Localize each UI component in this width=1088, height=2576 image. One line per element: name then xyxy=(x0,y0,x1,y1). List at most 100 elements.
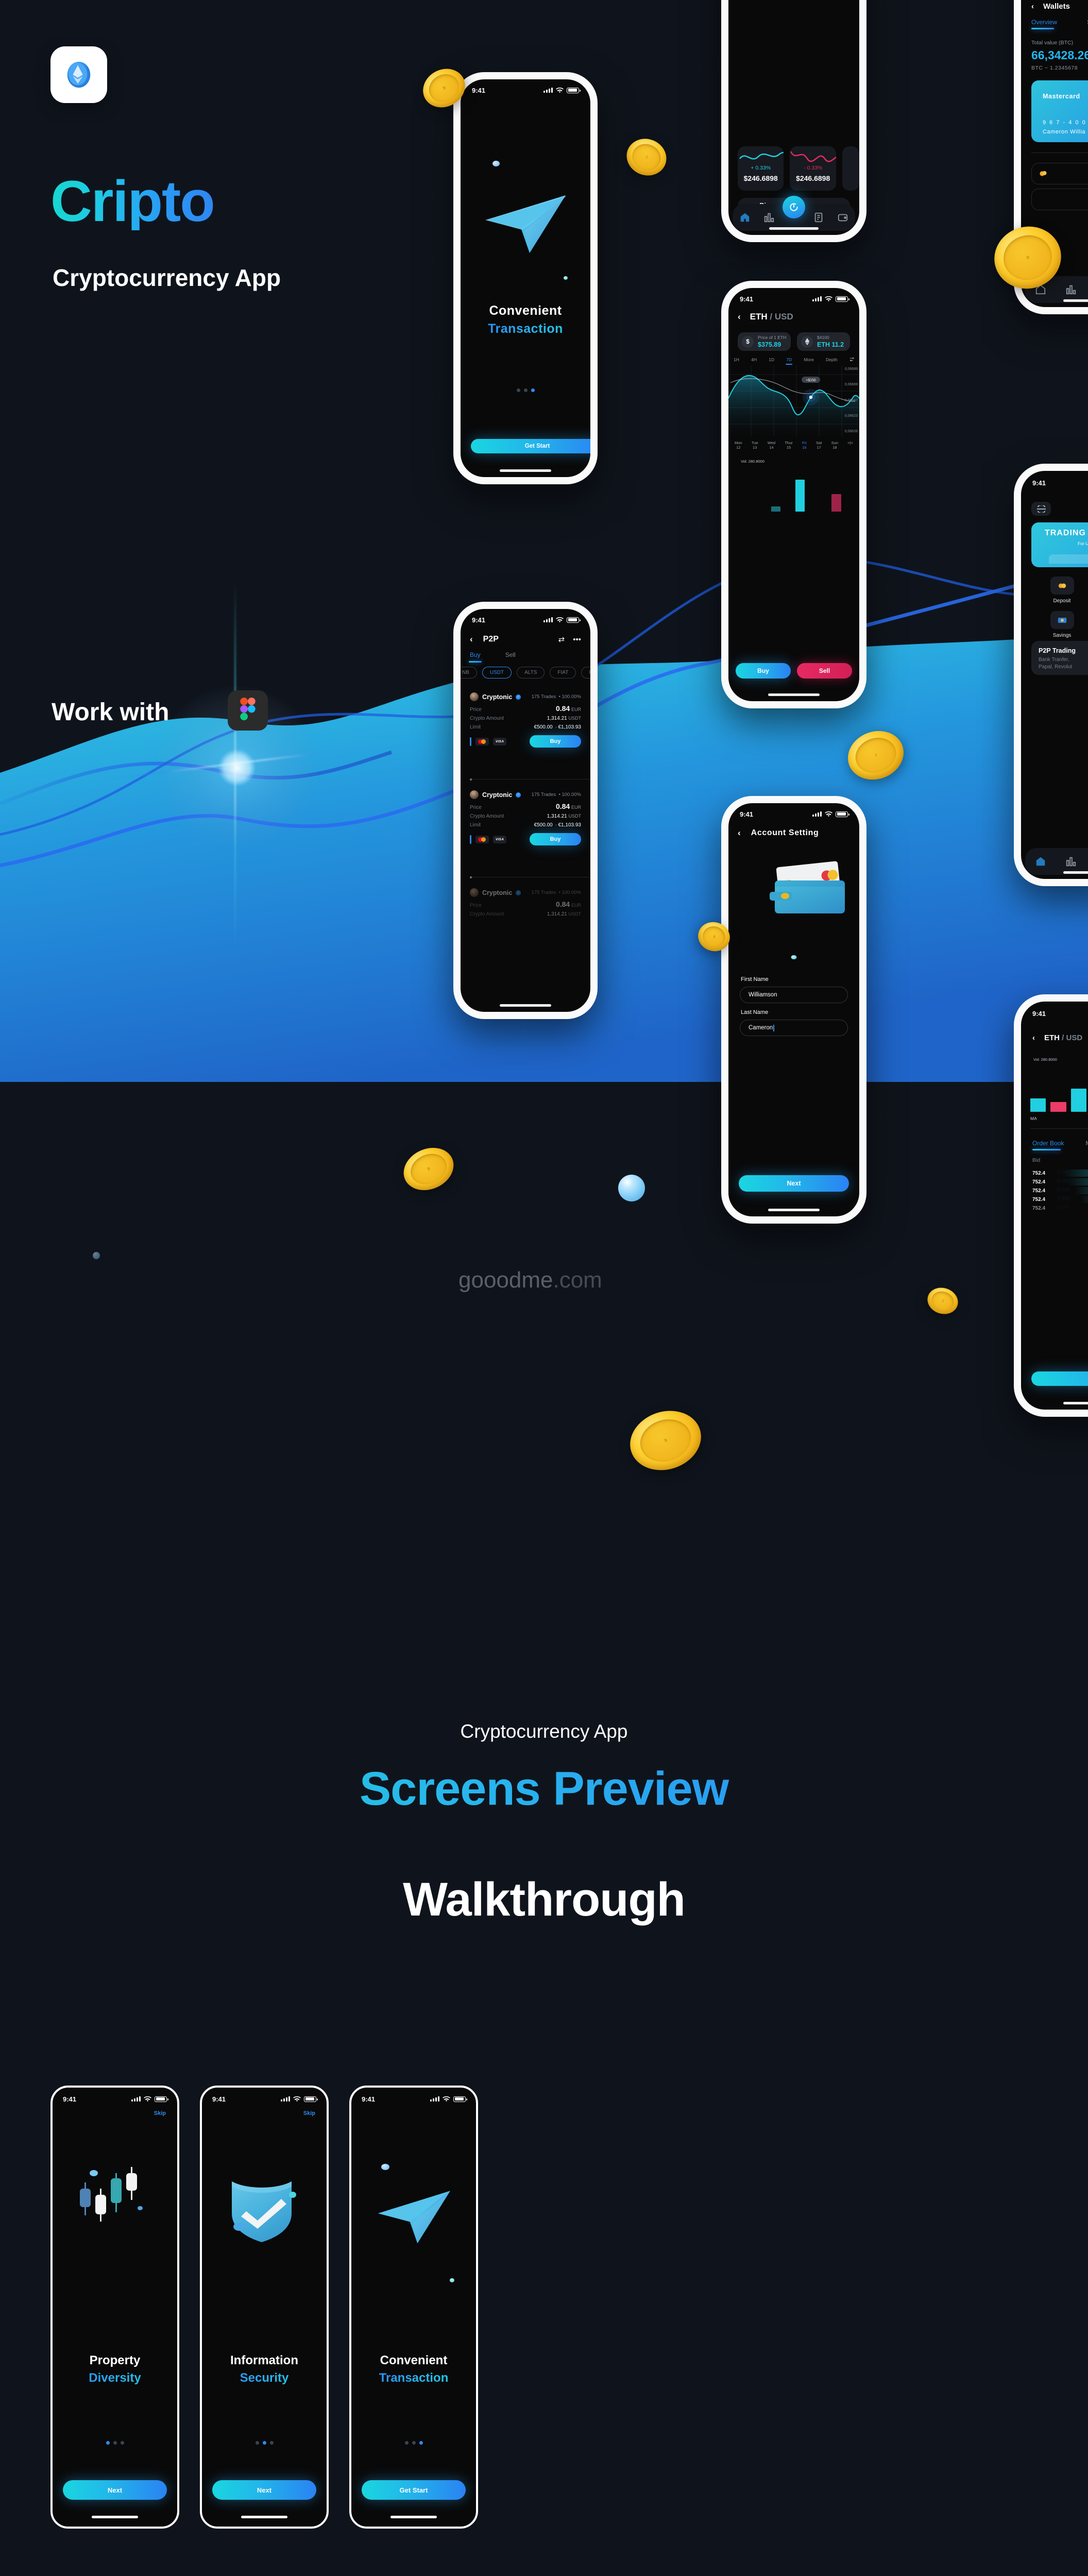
home-icon[interactable] xyxy=(739,212,751,223)
paper-plane-icon xyxy=(480,190,571,265)
pagination-dot[interactable] xyxy=(412,2441,416,2445)
last-name-field[interactable]: Cameron xyxy=(740,1020,848,1036)
timeframe-7d[interactable]: 7D xyxy=(786,357,793,365)
chip-bnb[interactable]: NB xyxy=(461,667,477,679)
back-icon[interactable]: ‹ xyxy=(470,634,473,645)
bid-label: Bid xyxy=(1032,1157,1041,1163)
signal-icon xyxy=(281,2096,290,2102)
scan-icon[interactable] xyxy=(1031,502,1051,516)
orderbook-row[interactable]: 752.4 0.066 xyxy=(1032,1205,1088,1212)
floating-bubble xyxy=(93,1252,100,1259)
next-button[interactable]: Next xyxy=(212,2480,316,2500)
market-card-change: + 0.33% xyxy=(751,165,771,171)
payment-card[interactable]: Mastercard 9 6 7 - 4 0 0 Cameron Willia xyxy=(1031,80,1088,142)
market-card[interactable] xyxy=(842,146,859,191)
chip-fiat-2[interactable]: FIAT xyxy=(581,667,590,679)
chip-alts[interactable]: ALTS xyxy=(517,667,545,679)
back-icon[interactable]: ‹ xyxy=(738,828,741,838)
home-icon[interactable] xyxy=(1035,856,1046,867)
sliders-icon[interactable] xyxy=(849,357,854,363)
first-name-field[interactable]: Williamson xyxy=(740,987,848,1003)
chart-bars-icon[interactable] xyxy=(1065,856,1077,867)
wallet-icon[interactable] xyxy=(837,212,848,223)
watermark-main: gooodme xyxy=(458,1267,553,1293)
sell-button[interactable]: Sell xyxy=(797,663,852,679)
pagination-dot[interactable] xyxy=(255,2441,259,2445)
market-card[interactable]: - 0.33% $246.6898 xyxy=(790,146,836,191)
document-icon[interactable] xyxy=(813,212,824,223)
timeframe-1h[interactable]: 1H xyxy=(734,357,739,363)
timeframe-1d[interactable]: 1D xyxy=(769,357,774,363)
market-card-list: + 0.33% $246.6898 - 0.33% $246.6898 xyxy=(738,146,859,191)
tab-market[interactable]: Ma xyxy=(1085,1140,1088,1147)
more-icon[interactable]: ••• xyxy=(573,635,581,644)
buy-button[interactable]: Buy xyxy=(1031,1371,1088,1386)
buy-button[interactable]: Buy xyxy=(530,833,581,845)
banner-pill: Mo xyxy=(1049,554,1088,564)
amount-value: 1,314.21 xyxy=(547,716,567,721)
orderbook-row[interactable]: 752.4 0.066 xyxy=(1032,1187,1088,1194)
pagination-dot-active[interactable] xyxy=(262,2441,266,2445)
chip-usdt[interactable]: USDT xyxy=(482,667,512,679)
account-navbar: ‹ Account Setting xyxy=(738,828,850,838)
orderbook-row[interactable]: 752.4 0.066 xyxy=(1032,1170,1088,1177)
skip-button[interactable]: Skip xyxy=(154,2110,166,2116)
back-icon[interactable]: ‹ xyxy=(1032,1033,1035,1042)
phone-orderbook-screen: 9:41 ‹ ETH / USD Vol: 280.8000 MA EMA B xyxy=(1014,994,1088,1417)
bid-price: 752.4 xyxy=(1032,1170,1046,1176)
skip-button[interactable]: Skip xyxy=(303,2110,315,2116)
price-card[interactable]: $ Price of 1 ETH $375.89 xyxy=(738,332,791,351)
tab-buy[interactable]: Buy xyxy=(469,651,482,663)
swap-fab-button[interactable] xyxy=(783,196,805,218)
pagination-dot[interactable] xyxy=(523,388,528,392)
timeframe-more[interactable]: More xyxy=(804,357,813,363)
get-start-button[interactable]: Get Start xyxy=(362,2480,466,2500)
merchant-name: Cryptonic xyxy=(482,889,513,896)
orderbook-row[interactable]: 752.4 0.066 xyxy=(1032,1178,1088,1185)
chart-bars-icon[interactable] xyxy=(763,212,775,223)
payment-accent-bar xyxy=(470,737,471,746)
pagination-dot[interactable] xyxy=(113,2441,117,2445)
pagination-dot-active[interactable] xyxy=(531,388,535,392)
trading-banner[interactable]: TRADING For U BUS Mo xyxy=(1031,522,1088,567)
quick-action-deposit[interactable]: Deposit xyxy=(1031,577,1088,604)
swap-icon[interactable]: ⇄ xyxy=(558,635,565,644)
pagination-dot-active[interactable] xyxy=(419,2441,423,2445)
market-card[interactable]: + 0.33% $246.6898 xyxy=(738,146,784,191)
tab-order-book[interactable]: Order Book xyxy=(1032,1140,1064,1150)
pair-base: ETH xyxy=(750,312,768,321)
pagination-dot[interactable] xyxy=(516,388,520,392)
timeframe-depth[interactable]: Depth xyxy=(826,357,838,363)
next-button[interactable]: Next xyxy=(739,1175,849,1192)
back-icon[interactable]: ‹ xyxy=(738,312,741,322)
pagination-dot[interactable] xyxy=(120,2441,124,2445)
battery-icon xyxy=(836,296,849,302)
collapse-icon[interactable]: >|< xyxy=(847,440,853,450)
pagination-dot-active[interactable] xyxy=(106,2441,110,2445)
buy-button[interactable]: Buy xyxy=(736,663,791,679)
chart-bars-icon[interactable] xyxy=(1065,284,1077,295)
next-button[interactable]: Next xyxy=(63,2480,167,2500)
wallet-asset-row[interactable] xyxy=(1031,189,1088,210)
candlestick-chart-icon xyxy=(53,2165,177,2237)
p2p-trading-card[interactable]: P2P Trading Bank Tranfer, Papal, Revolut xyxy=(1031,641,1088,675)
floating-bubble xyxy=(618,1175,645,1201)
tab-sell[interactable]: Sell xyxy=(505,651,516,658)
indicator-ma[interactable]: MA xyxy=(1030,1116,1037,1121)
tab-overview[interactable]: Overview xyxy=(1031,19,1057,29)
pagination-dot[interactable] xyxy=(404,2441,409,2445)
timeframe-4h[interactable]: 4H xyxy=(751,357,757,363)
orderbook-row[interactable]: 752.4 0.066 xyxy=(1032,1196,1088,1203)
quick-action-savings[interactable]: Savings xyxy=(1031,611,1088,638)
orderbook-navbar: ‹ ETH / USD xyxy=(1032,1033,1082,1042)
chip-fiat[interactable]: FIAT xyxy=(550,667,576,679)
get-start-button[interactable]: Get Start xyxy=(471,439,590,453)
market-card-change: - 0.33% xyxy=(804,165,823,171)
back-icon[interactable]: ‹ xyxy=(1031,2,1034,11)
price-value: 0.84 xyxy=(555,802,570,810)
wallet-asset-row[interactable] xyxy=(1031,163,1088,184)
y-tick: 0,06626 xyxy=(844,430,858,433)
holding-card[interactable]: $4100 ETH 11.2 xyxy=(797,332,850,351)
buy-button[interactable]: Buy xyxy=(530,735,581,748)
pagination-dot[interactable] xyxy=(269,2441,274,2445)
